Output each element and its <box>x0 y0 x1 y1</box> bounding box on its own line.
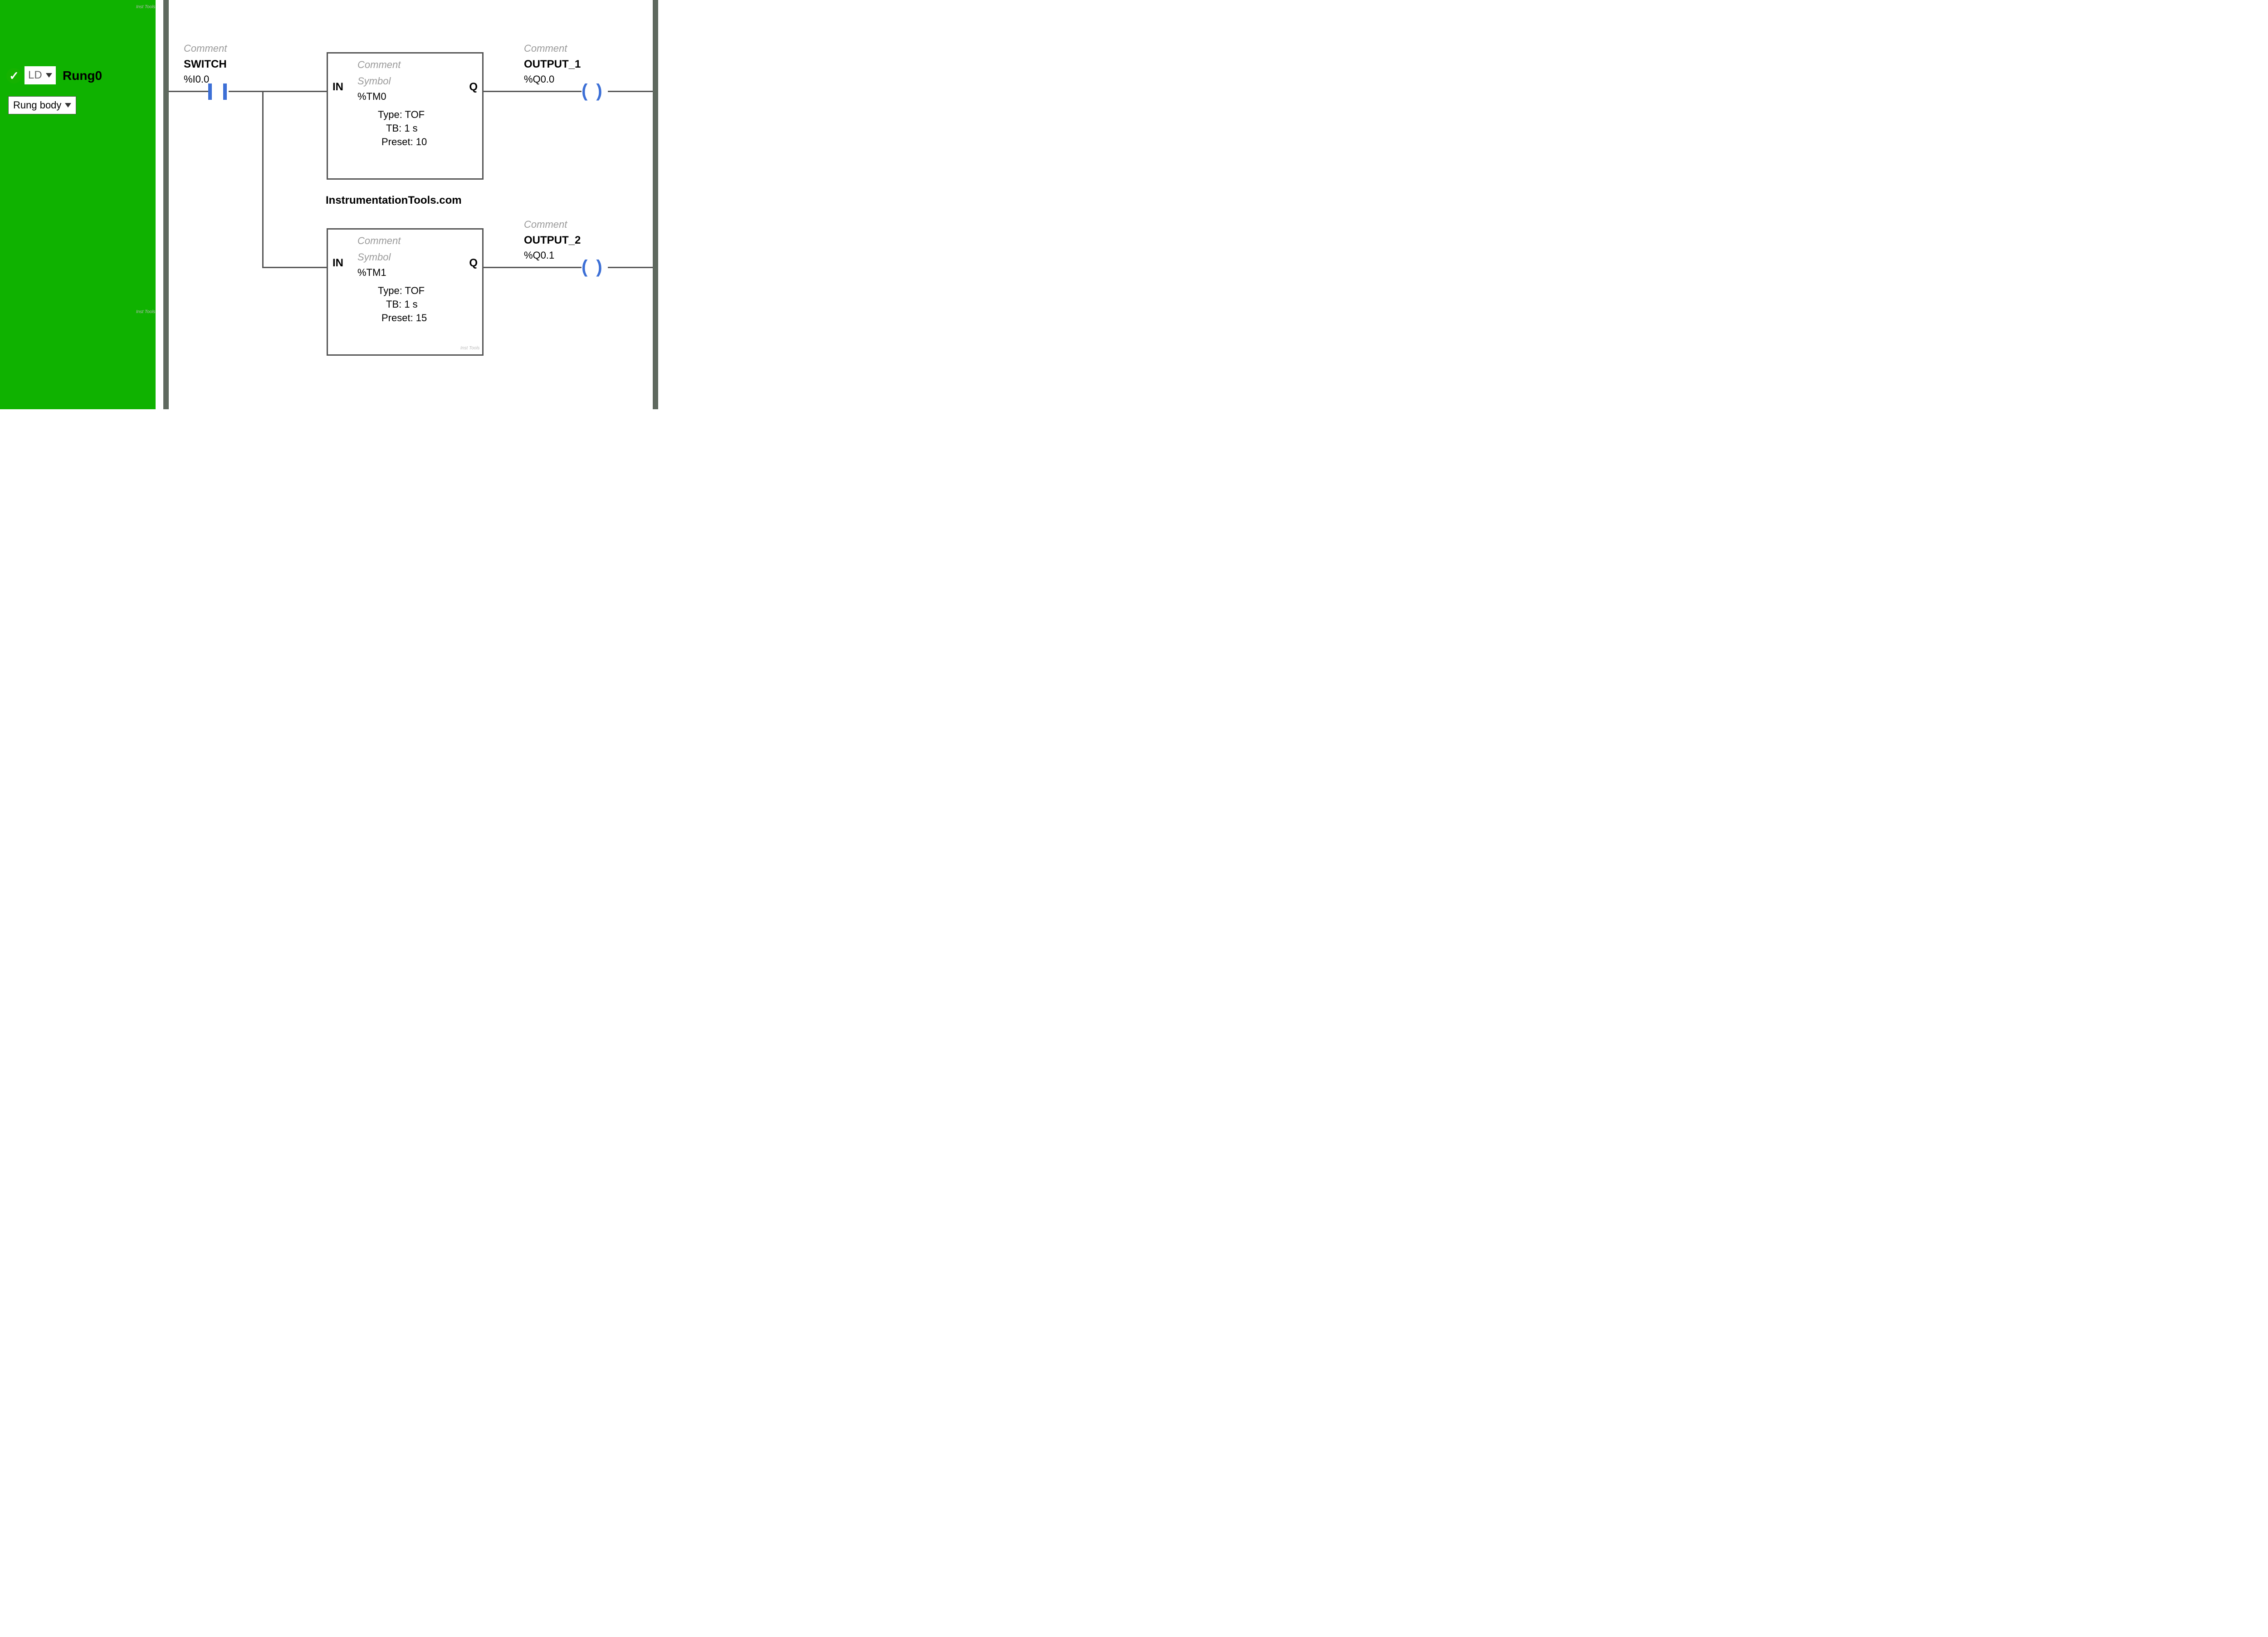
ladder-editor-canvas: ✓ LD Rung0 Rung body Comment SWITCH %I0.… <box>0 0 660 409</box>
wire <box>481 267 582 268</box>
coil-address-label: %Q0.0 <box>524 74 554 85</box>
language-select-label: LD <box>28 69 42 82</box>
timer-preset-label: Preset: 15 <box>381 312 427 324</box>
contact-symbol-label: SWITCH <box>184 58 227 71</box>
timer-type-label: Type: TOF <box>378 109 425 121</box>
right-power-rail <box>653 0 658 409</box>
chevron-down-icon <box>65 103 71 108</box>
timer-timebase-label: TB: 1 s <box>386 299 418 310</box>
left-power-rail <box>163 0 169 409</box>
coil-icon[interactable]: ( ) <box>582 81 604 101</box>
wire <box>169 91 208 92</box>
wire <box>481 91 582 92</box>
timer-symbol-label: Symbol <box>357 251 391 263</box>
wire <box>262 267 327 268</box>
timer-comment-label: Comment <box>357 59 401 71</box>
no-contact-icon[interactable] <box>208 83 212 100</box>
rung-valid-icon: ✓ <box>6 68 22 83</box>
rung-body-label: Rung body <box>13 99 61 111</box>
coil-symbol-label: OUTPUT_2 <box>524 234 581 247</box>
wire <box>608 267 653 268</box>
watermark-text: Inst Tools <box>136 309 155 314</box>
contact-comment-label: Comment <box>184 43 227 54</box>
timer-in-pin-label: IN <box>332 81 343 93</box>
timer-timebase-label: TB: 1 s <box>386 123 418 134</box>
coil-symbol-label: OUTPUT_1 <box>524 58 581 71</box>
timer-type-label: Type: TOF <box>378 285 425 297</box>
timer-address-label: %TM1 <box>357 267 386 279</box>
timer-block-tm1[interactable]: IN Q Comment Symbol %TM1 Type: TOF TB: 1… <box>327 228 484 356</box>
contact-address-label: %I0.0 <box>184 74 209 85</box>
coil-address-label: %Q0.1 <box>524 250 554 261</box>
wire <box>229 91 327 92</box>
timer-symbol-label: Symbol <box>357 75 391 87</box>
timer-address-label: %TM0 <box>357 91 386 103</box>
watermark-text: Inst Tools <box>460 346 479 351</box>
timer-q-pin-label: Q <box>469 81 478 93</box>
timer-block-tm0[interactable]: IN Q Comment Symbol %TM0 Type: TOF TB: 1… <box>327 52 484 180</box>
coil-icon[interactable]: ( ) <box>582 257 604 277</box>
wire <box>608 91 653 92</box>
wire <box>262 91 264 268</box>
no-contact-icon[interactable] <box>223 83 227 100</box>
watermark-text: Inst Tools <box>136 5 155 10</box>
brand-text: InstrumentationTools.com <box>326 194 462 207</box>
timer-in-pin-label: IN <box>332 257 343 270</box>
timer-comment-label: Comment <box>357 235 401 247</box>
chevron-down-icon <box>46 73 52 78</box>
coil-comment-label: Comment <box>524 43 567 54</box>
timer-preset-label: Preset: 10 <box>381 136 427 148</box>
rung-sidebar <box>0 0 156 409</box>
rung-body-select[interactable]: Rung body <box>8 96 76 114</box>
timer-q-pin-label: Q <box>469 257 478 270</box>
rung-name-label: Rung0 <box>63 69 102 83</box>
language-select[interactable]: LD <box>24 66 56 84</box>
coil-comment-label: Comment <box>524 219 567 230</box>
